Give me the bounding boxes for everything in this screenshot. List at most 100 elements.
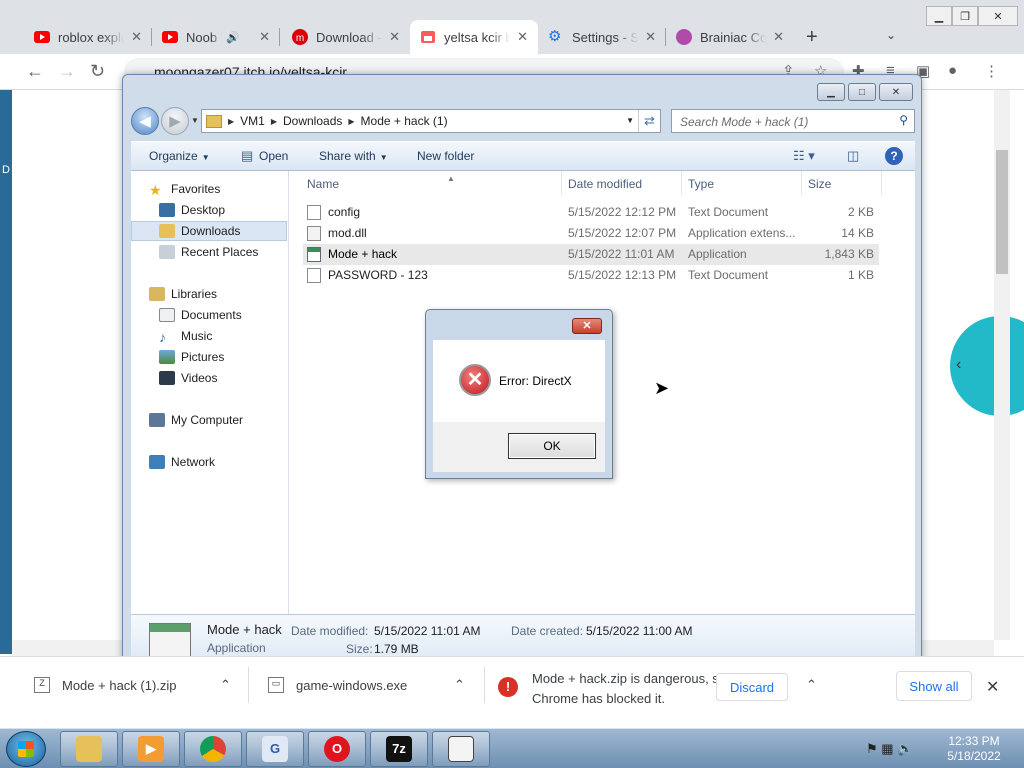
organize-button[interactable]: Organize ▼	[149, 149, 210, 163]
close-icon[interactable]: ✕	[773, 29, 784, 45]
system-clock[interactable]: 12:33 PM 5/18/2022	[946, 734, 1002, 764]
forward-button[interactable]: →	[58, 61, 76, 82]
column-divider[interactable]	[801, 171, 802, 195]
minimize-button[interactable]: ▁	[817, 83, 845, 101]
file-row-password[interactable]: PASSWORD - 123 5/15/2022 12:13 PM Text D…	[303, 265, 879, 286]
taskbar-explorer[interactable]	[60, 731, 118, 767]
help-icon[interactable]: ?	[885, 147, 903, 165]
nav-desktop[interactable]: Desktop	[159, 200, 225, 220]
maximize-button[interactable]: □	[848, 83, 876, 101]
breadcrumb-downloads[interactable]: Downloads	[283, 114, 342, 128]
refresh-icon[interactable]: ⇄	[638, 110, 660, 132]
breadcrumb-current[interactable]: Mode + hack (1)	[361, 114, 448, 128]
maximize-button[interactable]: ❐	[952, 6, 978, 26]
taskbar-7zip[interactable]: 7z	[370, 731, 428, 767]
address-dropdown-icon[interactable]: ▼	[626, 116, 634, 125]
reload-button[interactable]: ↻	[90, 61, 105, 82]
text-file-icon	[307, 205, 321, 220]
download-filename: game-windows.exe	[296, 677, 408, 693]
close-icon[interactable]: ✕	[517, 29, 528, 45]
close-button[interactable]: ✕	[978, 6, 1018, 26]
nav-pictures[interactable]: Pictures	[159, 347, 224, 367]
new-folder-button[interactable]: New folder	[417, 149, 474, 163]
minimize-button[interactable]: ▁	[926, 6, 952, 26]
start-button[interactable]	[6, 731, 46, 767]
tab-roblox[interactable]: roblox explo ✕	[24, 20, 152, 54]
download-shelf: Z Mode + hack (1).zip ⌃ ▭ game-windows.e…	[0, 656, 1024, 714]
history-dropdown-icon[interactable]: ▼	[191, 116, 199, 125]
nav-libraries[interactable]: Libraries	[149, 284, 217, 304]
file-row-mod-dll[interactable]: mod.dll 5/15/2022 12:07 PM Application e…	[303, 223, 879, 244]
taskbar-opera[interactable]: O	[308, 731, 366, 767]
chevron-down-icon[interactable]: ⌄	[886, 28, 896, 42]
nav-my-computer[interactable]: My Computer	[149, 410, 243, 430]
speaker-icon[interactable]: 🔊	[226, 31, 240, 44]
tab-yeltsa[interactable]: yeltsa kcir b ✕	[410, 20, 538, 54]
file-row-config[interactable]: config 5/15/2022 12:12 PM Text Document …	[303, 202, 879, 223]
chevron-up-icon[interactable]: ⌃	[220, 677, 231, 693]
new-tab-button[interactable]: +	[806, 26, 818, 49]
column-divider[interactable]	[561, 171, 562, 195]
show-all-button[interactable]: Show all	[896, 671, 972, 701]
sort-up-icon: ▲	[447, 174, 455, 183]
breadcrumb-arrow-icon[interactable]: ▶	[348, 117, 354, 126]
profile-avatar-icon[interactable]: ●	[948, 62, 957, 79]
nav-videos[interactable]: Videos	[159, 368, 217, 388]
ok-button[interactable]: OK	[508, 433, 596, 459]
discard-button[interactable]: Discard	[716, 673, 788, 701]
file-row-mode-hack[interactable]: Mode + hack 5/15/2022 11:01 AM Applicati…	[303, 244, 879, 265]
tray-icons[interactable]: ⚑ ▦ 🔈	[866, 741, 913, 757]
close-icon[interactable]: ✕	[131, 29, 142, 45]
column-divider[interactable]	[681, 171, 682, 195]
view-options-icon[interactable]: ☷ ▾	[793, 148, 815, 164]
forward-button[interactable]: ▶	[161, 107, 189, 135]
column-divider[interactable]	[881, 171, 882, 195]
scroll-thumb[interactable]	[996, 150, 1008, 274]
breadcrumb-arrow-icon[interactable]: ▶	[271, 117, 277, 126]
close-icon[interactable]: ✕	[389, 29, 400, 45]
chevron-up-icon[interactable]: ⌃	[454, 677, 465, 693]
close-button[interactable]: ✕	[879, 83, 913, 101]
page-scrollbar-vertical[interactable]	[994, 90, 1010, 640]
nav-recent-places[interactable]: Recent Places	[159, 242, 258, 262]
dialog-close-button[interactable]: ✕	[572, 318, 602, 334]
tab-settings[interactable]: ⚙ Settings - S ✕	[538, 20, 666, 54]
zip-file-icon: Z	[34, 677, 50, 693]
taskbar-app-window[interactable]	[432, 731, 490, 767]
taskbar-media-player[interactable]: ▶	[122, 731, 180, 767]
tab-noob[interactable]: Noob W 🔊 ✕	[152, 20, 280, 54]
dialog-footer: OK	[433, 422, 605, 472]
taskbar-app-g[interactable]: G	[246, 731, 304, 767]
more-menu-icon[interactable]: ⋮	[984, 62, 999, 80]
breadcrumb-arrow-icon[interactable]: ▶	[228, 117, 234, 126]
column-header-name[interactable]: Name ▲	[307, 174, 455, 191]
breadcrumb-vm1[interactable]: VM1	[240, 114, 265, 128]
nav-downloads[interactable]: Downloads	[131, 221, 287, 241]
search-icon[interactable]: ⚲	[899, 113, 908, 127]
back-button[interactable]: ←	[26, 61, 44, 82]
close-icon[interactable]: ✕	[986, 677, 999, 697]
tab-download[interactable]: m Download - ✕	[282, 20, 410, 54]
share-with-button[interactable]: Share with ▼	[319, 149, 388, 163]
column-header-size[interactable]: Size	[808, 177, 831, 191]
nav-documents[interactable]: Documents	[159, 305, 242, 325]
column-header-type[interactable]: Type	[688, 177, 714, 191]
nav-network[interactable]: Network	[149, 452, 215, 472]
download-item-exe[interactable]: ▭ game-windows.exe	[268, 677, 407, 693]
close-icon[interactable]: ✕	[259, 29, 270, 45]
search-input[interactable]: Search Mode + hack (1) ⚲	[671, 109, 915, 133]
nav-favorites[interactable]: ★ Favorites	[149, 179, 220, 199]
taskbar-chrome[interactable]	[184, 731, 242, 767]
folder-icon	[76, 736, 102, 762]
tab-brainiac[interactable]: Brainiac Co ✕	[666, 20, 794, 54]
close-icon[interactable]: ✕	[645, 29, 656, 45]
column-header-date[interactable]: Date modified	[568, 177, 642, 191]
details-size-value: 1.79 MB	[374, 642, 419, 656]
download-item-zip[interactable]: Z Mode + hack (1).zip	[34, 677, 177, 693]
explorer-address-bar[interactable]: ▶ VM1 ▶ Downloads ▶ Mode + hack (1) ▼ ⇄	[201, 109, 661, 133]
open-button[interactable]: Open	[259, 149, 288, 163]
preview-pane-icon[interactable]: ◫	[847, 148, 859, 164]
nav-music[interactable]: ♪ Music	[159, 326, 212, 346]
back-button[interactable]: ◀	[131, 107, 159, 135]
chevron-up-icon[interactable]: ⌃	[806, 677, 817, 693]
